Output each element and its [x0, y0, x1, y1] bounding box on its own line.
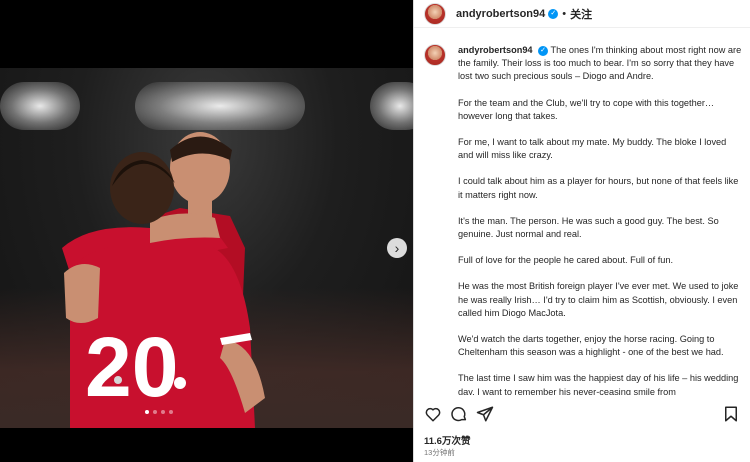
verified-badge-icon: ✓ [548, 8, 559, 19]
caption-paragraph: I could talk about him as a player for h… [458, 176, 739, 200]
caption-paragraph: Full of love for the people he cared abo… [458, 255, 674, 266]
bookmark-icon[interactable] [722, 405, 740, 423]
avatar[interactable] [424, 2, 446, 25]
avatar[interactable] [424, 44, 446, 66]
caption-text: andyrobertson94 ✓ The ones I'm thinking … [458, 44, 742, 395]
caption-paragraph: He was the most British foreign player I… [458, 281, 739, 318]
carousel-dot [161, 410, 165, 414]
post-photo: 20 [0, 68, 413, 428]
action-bar [424, 403, 740, 425]
share-icon[interactable] [476, 405, 494, 423]
carousel-dot [169, 410, 173, 414]
post-media: 20 › [0, 0, 413, 462]
caption-paragraph: It's the man. The person. He was such a … [458, 215, 719, 240]
carousel-dot [145, 410, 149, 414]
players-hugging-illustration: 20 [62, 132, 265, 428]
verified-badge-icon: ✓ [538, 45, 549, 56]
caption-username[interactable]: andyrobertson94 [458, 45, 533, 55]
likes-count[interactable]: 11.6万次赞 [424, 433, 470, 447]
post-timestamp[interactable]: 13分钟前 [424, 447, 455, 458]
comment-icon[interactable] [450, 405, 468, 423]
carousel-dot [153, 410, 157, 414]
follow-button[interactable]: 关注 [570, 6, 592, 22]
caption: andyrobertson94 ✓ The ones I'm thinking … [424, 40, 742, 395]
post-side-panel: andyrobertson94 ✓ • 关注 andyrobertson94 ✓… [413, 0, 750, 462]
caption-paragraph: For me, I want to talk about my mate. My… [458, 137, 727, 161]
carousel-next-button[interactable]: › [387, 238, 407, 258]
separator: • [562, 7, 567, 20]
heart-icon[interactable] [424, 405, 442, 423]
username-link[interactable]: andyrobertson94 [456, 8, 545, 20]
caption-paragraph: For the team and the Club, we'll try to … [458, 97, 715, 121]
jersey-number: 20 [85, 320, 178, 414]
caption-paragraph: We'd watch the darts together, enjoy the… [458, 334, 724, 358]
post-header: andyrobertson94 ✓ • 关注 [414, 0, 750, 28]
carousel-indicator [145, 410, 173, 414]
caption-paragraph: The last time I saw him was the happiest… [458, 373, 739, 395]
